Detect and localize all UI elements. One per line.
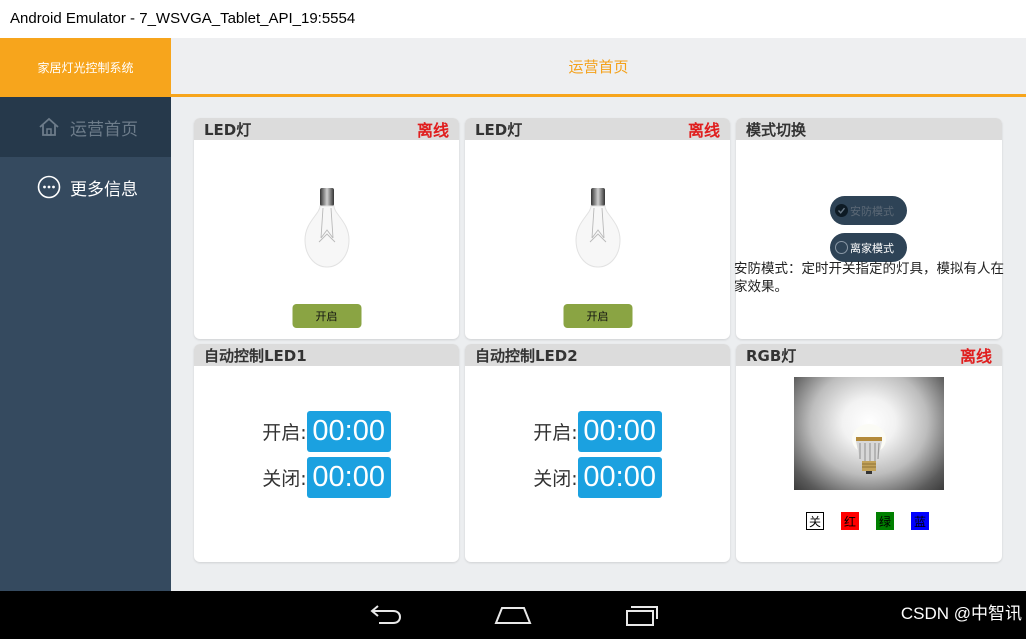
off-time-picker[interactable]: 00:00 (306, 457, 391, 498)
turn-on-button[interactable]: 开启 (563, 304, 632, 328)
rgb-card: RGB灯 离线 关 红 绿 蓝 (736, 344, 1002, 562)
security-mode-option[interactable]: 安防模式 (830, 196, 907, 225)
mode-option-label: 安防模式 (850, 204, 894, 218)
rgb-off-button[interactable]: 关 (806, 512, 824, 530)
turn-on-button[interactable]: 开启 (292, 304, 361, 328)
home-button-icon[interactable] (494, 603, 532, 631)
on-time-label: 开启: (262, 422, 307, 444)
rgb-bulb-image (794, 377, 944, 490)
card-title: LED灯 (475, 120, 523, 139)
sidebar-item-home[interactable]: 运营首页 (0, 97, 171, 157)
recent-apps-icon[interactable] (624, 602, 660, 632)
more-icon (37, 175, 61, 199)
rgb-green-button[interactable]: 绿 (876, 512, 894, 530)
status-badge: 离线 (687, 121, 720, 140)
off-time-picker[interactable]: 00:00 (577, 457, 662, 498)
mode-description: 安防模式：定时开关指定的灯具，模拟有人在家效果。 (734, 261, 1004, 295)
sidebar-item-label: 运营首页 (70, 119, 138, 140)
back-icon[interactable] (367, 603, 403, 631)
app-brand: 家居灯光控制系统 (0, 38, 171, 97)
page-title: 运营首页 (171, 38, 1026, 97)
light-bulb-icon (301, 188, 353, 274)
rgb-red-button[interactable]: 红 (841, 512, 859, 530)
sidebar-item-more-info[interactable]: 更多信息 (0, 157, 171, 217)
home-icon (37, 115, 61, 139)
main-content: LED灯 离线 开启 LED灯 离线 开启 模式切换 安防模式 离家模式 安防模… (171, 97, 1026, 591)
auto-control-card-2: 自动控制LED2 开启: 00:00 关闭: 00:00 (465, 344, 730, 562)
rgb-blue-button[interactable]: 蓝 (911, 512, 929, 530)
status-badge: 离线 (959, 347, 992, 366)
led-card-1: LED灯 离线 开启 (194, 118, 459, 339)
card-title: LED灯 (204, 120, 252, 139)
on-time-picker[interactable]: 00:00 (306, 411, 391, 452)
checked-radio-icon (835, 204, 848, 217)
led-card-2: LED灯 离线 开启 (465, 118, 730, 339)
card-title: RGB灯 (746, 346, 797, 365)
off-time-label: 关闭: (533, 468, 578, 490)
status-badge: 离线 (416, 121, 449, 140)
window-title: Android Emulator - 7_WSVGA_Tablet_API_19… (0, 0, 1026, 38)
emulator-screen: 家居灯光控制系统 运营首页 运营首页 更多信息 LED灯 离线 开启 LED灯 … (0, 38, 1026, 591)
auto-control-card-1: 自动控制LED1 开启: 00:00 关闭: 00:00 (194, 344, 459, 562)
sidebar: 运营首页 更多信息 (0, 97, 171, 591)
on-time-label: 开启: (533, 422, 578, 444)
mode-option-label: 离家模式 (850, 241, 894, 255)
away-mode-option[interactable]: 离家模式 (830, 233, 907, 262)
off-time-label: 关闭: (262, 468, 307, 490)
sidebar-item-label: 更多信息 (70, 179, 138, 200)
card-title: 自动控制LED1 (204, 346, 307, 365)
mode-card: 模式切换 安防模式 离家模式 安防模式：定时开关指定的灯具，模拟有人在家效果。 (734, 118, 1004, 339)
light-bulb-icon (572, 188, 624, 274)
card-title: 自动控制LED2 (475, 346, 578, 365)
on-time-picker[interactable]: 00:00 (577, 411, 662, 452)
card-title: 模式切换 (746, 120, 807, 139)
unchecked-radio-icon (835, 241, 848, 254)
watermark: CSDN @中智讯 (900, 604, 1022, 623)
android-nav-bar: CSDN @中智讯 (0, 591, 1026, 639)
